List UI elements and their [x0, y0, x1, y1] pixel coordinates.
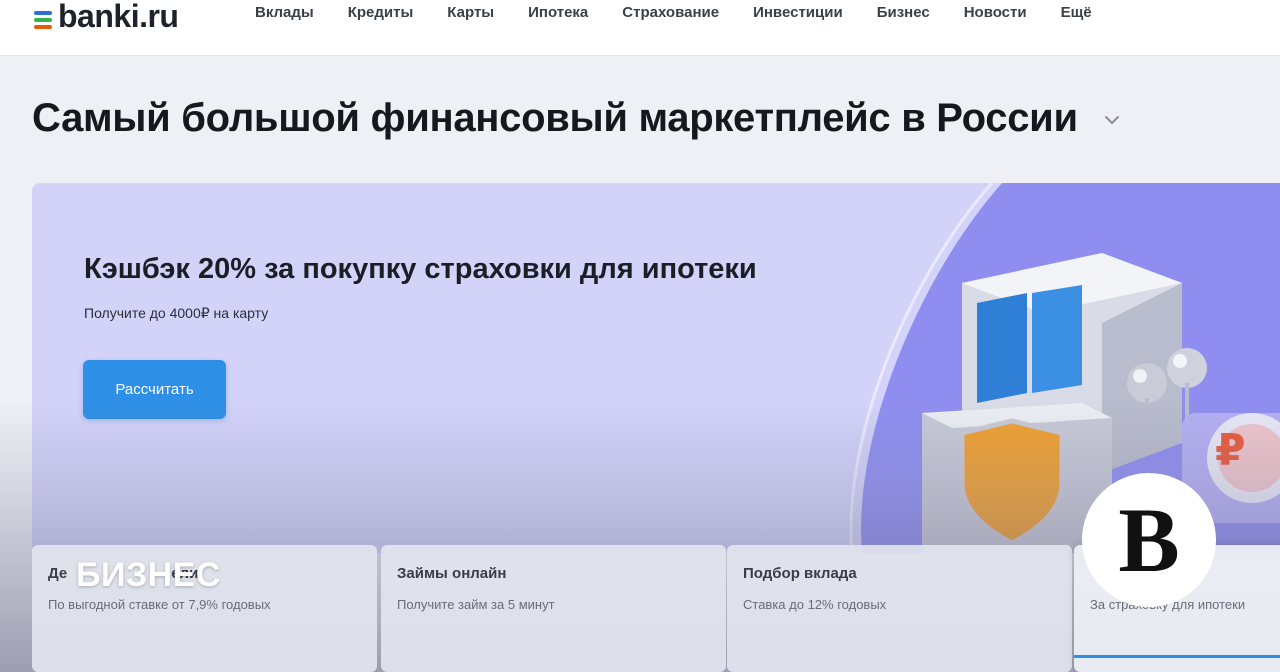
product-card-deposit[interactable]: Подбор вклада Ставка до 12% годовых [727, 545, 1072, 672]
card-title: Подбор вклада [743, 565, 857, 582]
chevron-down-icon[interactable] [1100, 108, 1124, 132]
nav-item-strakhovanie[interactable]: Страхование [622, 4, 719, 21]
banner-subheading: Получите до 4000₽ на карту [84, 305, 269, 321]
insurance-illustration [922, 253, 1280, 553]
nav-item-novosti[interactable]: Новости [964, 4, 1027, 21]
card-subtitle: Ставка до 12% годовых [743, 597, 887, 612]
vedomosti-logo: В [1082, 473, 1216, 607]
site-header: banki.ru Вклады Кредиты Карты Ипотека Ст… [0, 0, 1280, 56]
nav-item-vklady[interactable]: Вклады [255, 4, 314, 21]
logo-mark-icon [30, 3, 56, 29]
nav-item-biznes[interactable]: Бизнес [877, 4, 930, 21]
banner-heading: Кэшбэк 20% за покупку страховки для ипот… [84, 253, 757, 285]
watermark-label: БИЗНЕС [76, 556, 221, 594]
product-card-loans[interactable]: Займы онлайн Получите займ за 5 минут [381, 545, 726, 672]
nav-item-eshche[interactable]: Ещё [1061, 4, 1092, 21]
active-card-indicator [1074, 655, 1280, 658]
page-title: Самый большой финансовый маркетплейс в Р… [32, 96, 1078, 140]
site-logo[interactable]: banki.ru [30, 0, 179, 36]
calculate-button[interactable]: Рассчитать [83, 360, 226, 419]
nav-item-investitsii[interactable]: Инвестиции [753, 4, 843, 21]
nav-item-kredity[interactable]: Кредиты [348, 4, 414, 21]
logo-text: banki.ru [58, 0, 179, 34]
card-title: Займы онлайн [397, 565, 507, 582]
card-subtitle: По выгодной ставке от 7,9% годовых [48, 597, 271, 612]
ruble-icon: ₽ [1215, 425, 1246, 476]
nav-item-karty[interactable]: Карты [447, 4, 494, 21]
main-nav: Вклады Кредиты Карты Ипотека Страхование… [255, 4, 1092, 21]
promo-banner[interactable]: Кэшбэк 20% за покупку страховки для ипот… [32, 183, 1280, 553]
nav-item-ipoteka[interactable]: Ипотека [528, 4, 588, 21]
logo-letter: В [1118, 489, 1180, 591]
card-subtitle: Получите займ за 5 минут [397, 597, 555, 612]
